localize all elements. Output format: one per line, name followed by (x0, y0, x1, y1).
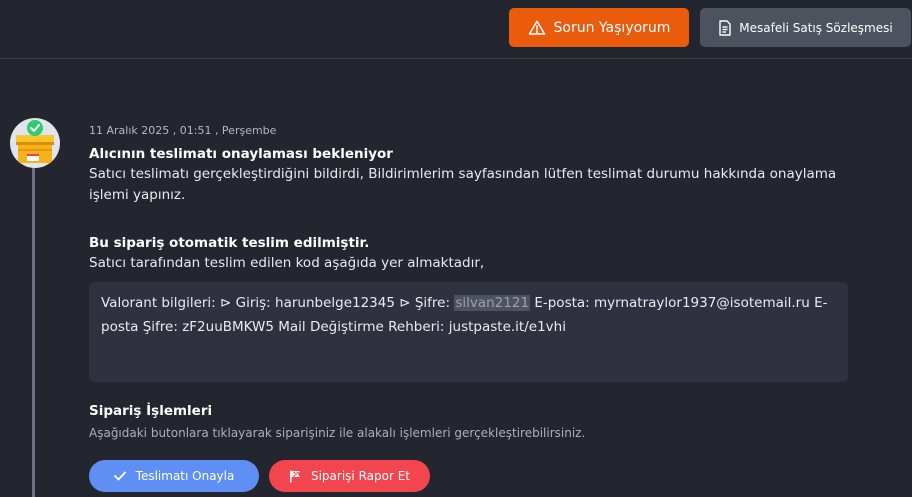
check-icon (113, 471, 126, 481)
auto-delivery-text: Satıcı tarafından teslim edilen kod aşağ… (89, 255, 485, 271)
report-order-label: Siparişi Rapor Et (310, 469, 410, 483)
code-part-before: Valorant bilgileri: ⊳ Giriş: harunbelge1… (101, 295, 455, 311)
delivery-box-icon (9, 117, 61, 169)
event-date: 11 Aralık 2025 , 01:51 , Perşembe (89, 124, 277, 137)
report-problem-button[interactable]: Sorun Yaşıyorum (509, 8, 689, 47)
status-title: Alıcının teslimatı onaylaması bekleniyor (89, 146, 393, 162)
document-icon (718, 19, 732, 36)
warning-icon (528, 19, 546, 37)
operations-title: Sipariş İşlemleri (89, 403, 213, 419)
sales-contract-button[interactable]: Mesafeli Satış Sözleşmesi (700, 8, 911, 47)
timeline-line (32, 150, 35, 497)
order-event: 11 Aralık 2025 , 01:51 , Perşembe Alıcın… (89, 124, 859, 274)
top-bar: Sorun Yaşıyorum Mesafeli Satış Sözleşmes… (0, 0, 912, 58)
status-text: Satıcı teslimatı gerçekleştirdiğini bild… (89, 166, 837, 203)
code-highlight: silvan2121 (454, 295, 531, 311)
report-order-button[interactable]: Siparişi Rapor Et (269, 460, 430, 492)
report-problem-label: Sorun Yaşıyorum (553, 19, 671, 36)
delivered-code-box: Valorant bilgileri: ⊳ Giriş: harunbelge1… (89, 282, 848, 382)
confirm-delivery-label: Teslimatı Onayla (135, 469, 235, 483)
flag-icon (289, 470, 301, 483)
confirm-delivery-button[interactable]: Teslimatı Onayla (89, 460, 259, 492)
sales-contract-label: Mesafeli Satış Sözleşmesi (739, 20, 893, 35)
auto-delivery-title: Bu sipariş otomatik teslim edilmiştir. (89, 235, 370, 251)
operations-subtitle: Aşağıdaki butonlara tıklayarak siparişin… (89, 426, 586, 440)
header-divider (0, 58, 912, 59)
